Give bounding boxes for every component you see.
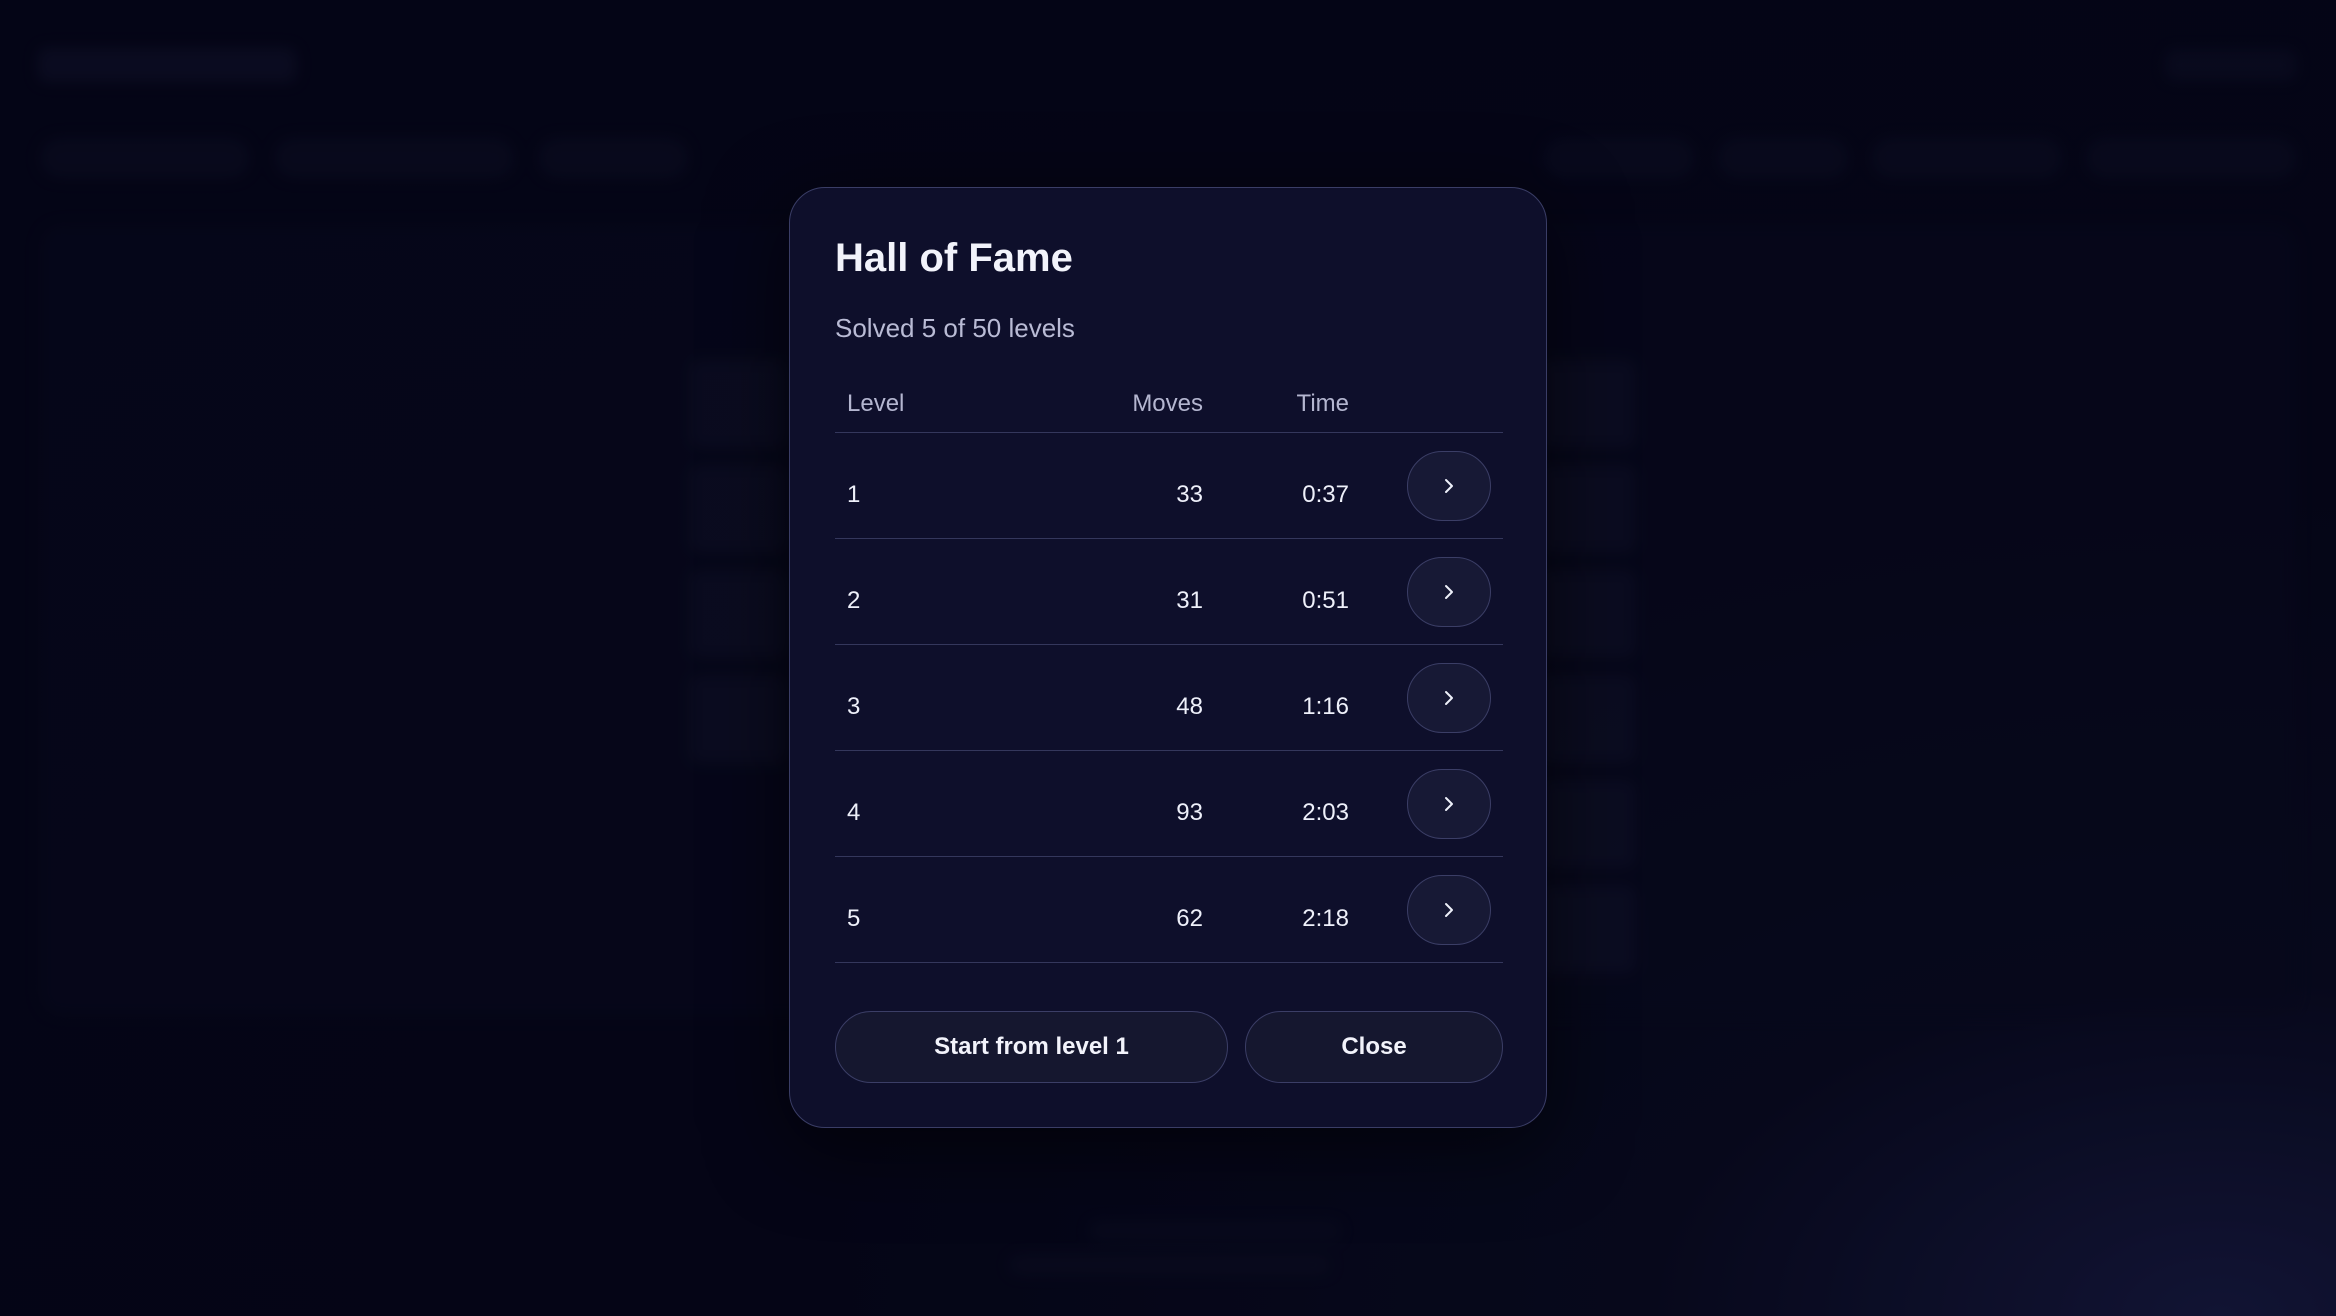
cell-moves: 31 (1176, 587, 1203, 614)
start-from-level-1-button[interactable]: Start from level 1 (835, 1011, 1228, 1083)
cell-level: 5 (847, 905, 861, 932)
page: Hall of Fame Solved 5 of 50 levels Level… (0, 0, 2336, 1316)
play-level-button[interactable] (1407, 451, 1491, 521)
column-header-level: Level (847, 390, 905, 417)
cell-level: 3 (847, 693, 861, 720)
cell-time: 0:37 (1302, 481, 1349, 508)
scores-table: Level Moves Time 1 33 0:37 2 31 0:51 3 4… (835, 380, 1503, 963)
chevron-right-icon (1445, 903, 1453, 917)
column-header-time: Time (1296, 390, 1349, 417)
cell-moves: 93 (1176, 799, 1203, 826)
column-header-moves: Moves (1132, 390, 1203, 417)
table-row: 4 93 2:03 (835, 751, 1503, 857)
chevron-right-icon (1445, 479, 1453, 493)
cell-level: 1 (847, 481, 861, 508)
cell-time: 2:18 (1302, 905, 1349, 932)
cell-moves: 33 (1176, 481, 1203, 508)
cell-time: 2:03 (1302, 799, 1349, 826)
play-level-button[interactable] (1407, 557, 1491, 627)
play-level-button[interactable] (1407, 875, 1491, 945)
cell-time: 1:16 (1302, 693, 1349, 720)
close-button[interactable]: Close (1245, 1011, 1503, 1083)
play-level-button[interactable] (1407, 663, 1491, 733)
cell-moves: 62 (1176, 905, 1203, 932)
chevron-right-icon (1445, 797, 1453, 811)
cell-moves: 48 (1176, 693, 1203, 720)
table-row: 3 48 1:16 (835, 645, 1503, 751)
table-row: 2 31 0:51 (835, 539, 1503, 645)
table-header: Level Moves Time (835, 380, 1503, 433)
cell-time: 0:51 (1302, 587, 1349, 614)
chevron-right-icon (1445, 585, 1453, 599)
play-level-button[interactable] (1407, 769, 1491, 839)
cell-level: 2 (847, 587, 861, 614)
chevron-right-icon (1445, 691, 1453, 705)
table-row: 1 33 0:37 (835, 433, 1503, 539)
cell-level: 4 (847, 799, 861, 826)
solved-progress-text: Solved 5 of 50 levels (835, 313, 1075, 343)
dialog-title: Hall of Fame (835, 236, 1073, 280)
hall-of-fame-dialog: Hall of Fame Solved 5 of 50 levels Level… (789, 187, 1547, 1128)
table-row: 5 62 2:18 (835, 857, 1503, 963)
